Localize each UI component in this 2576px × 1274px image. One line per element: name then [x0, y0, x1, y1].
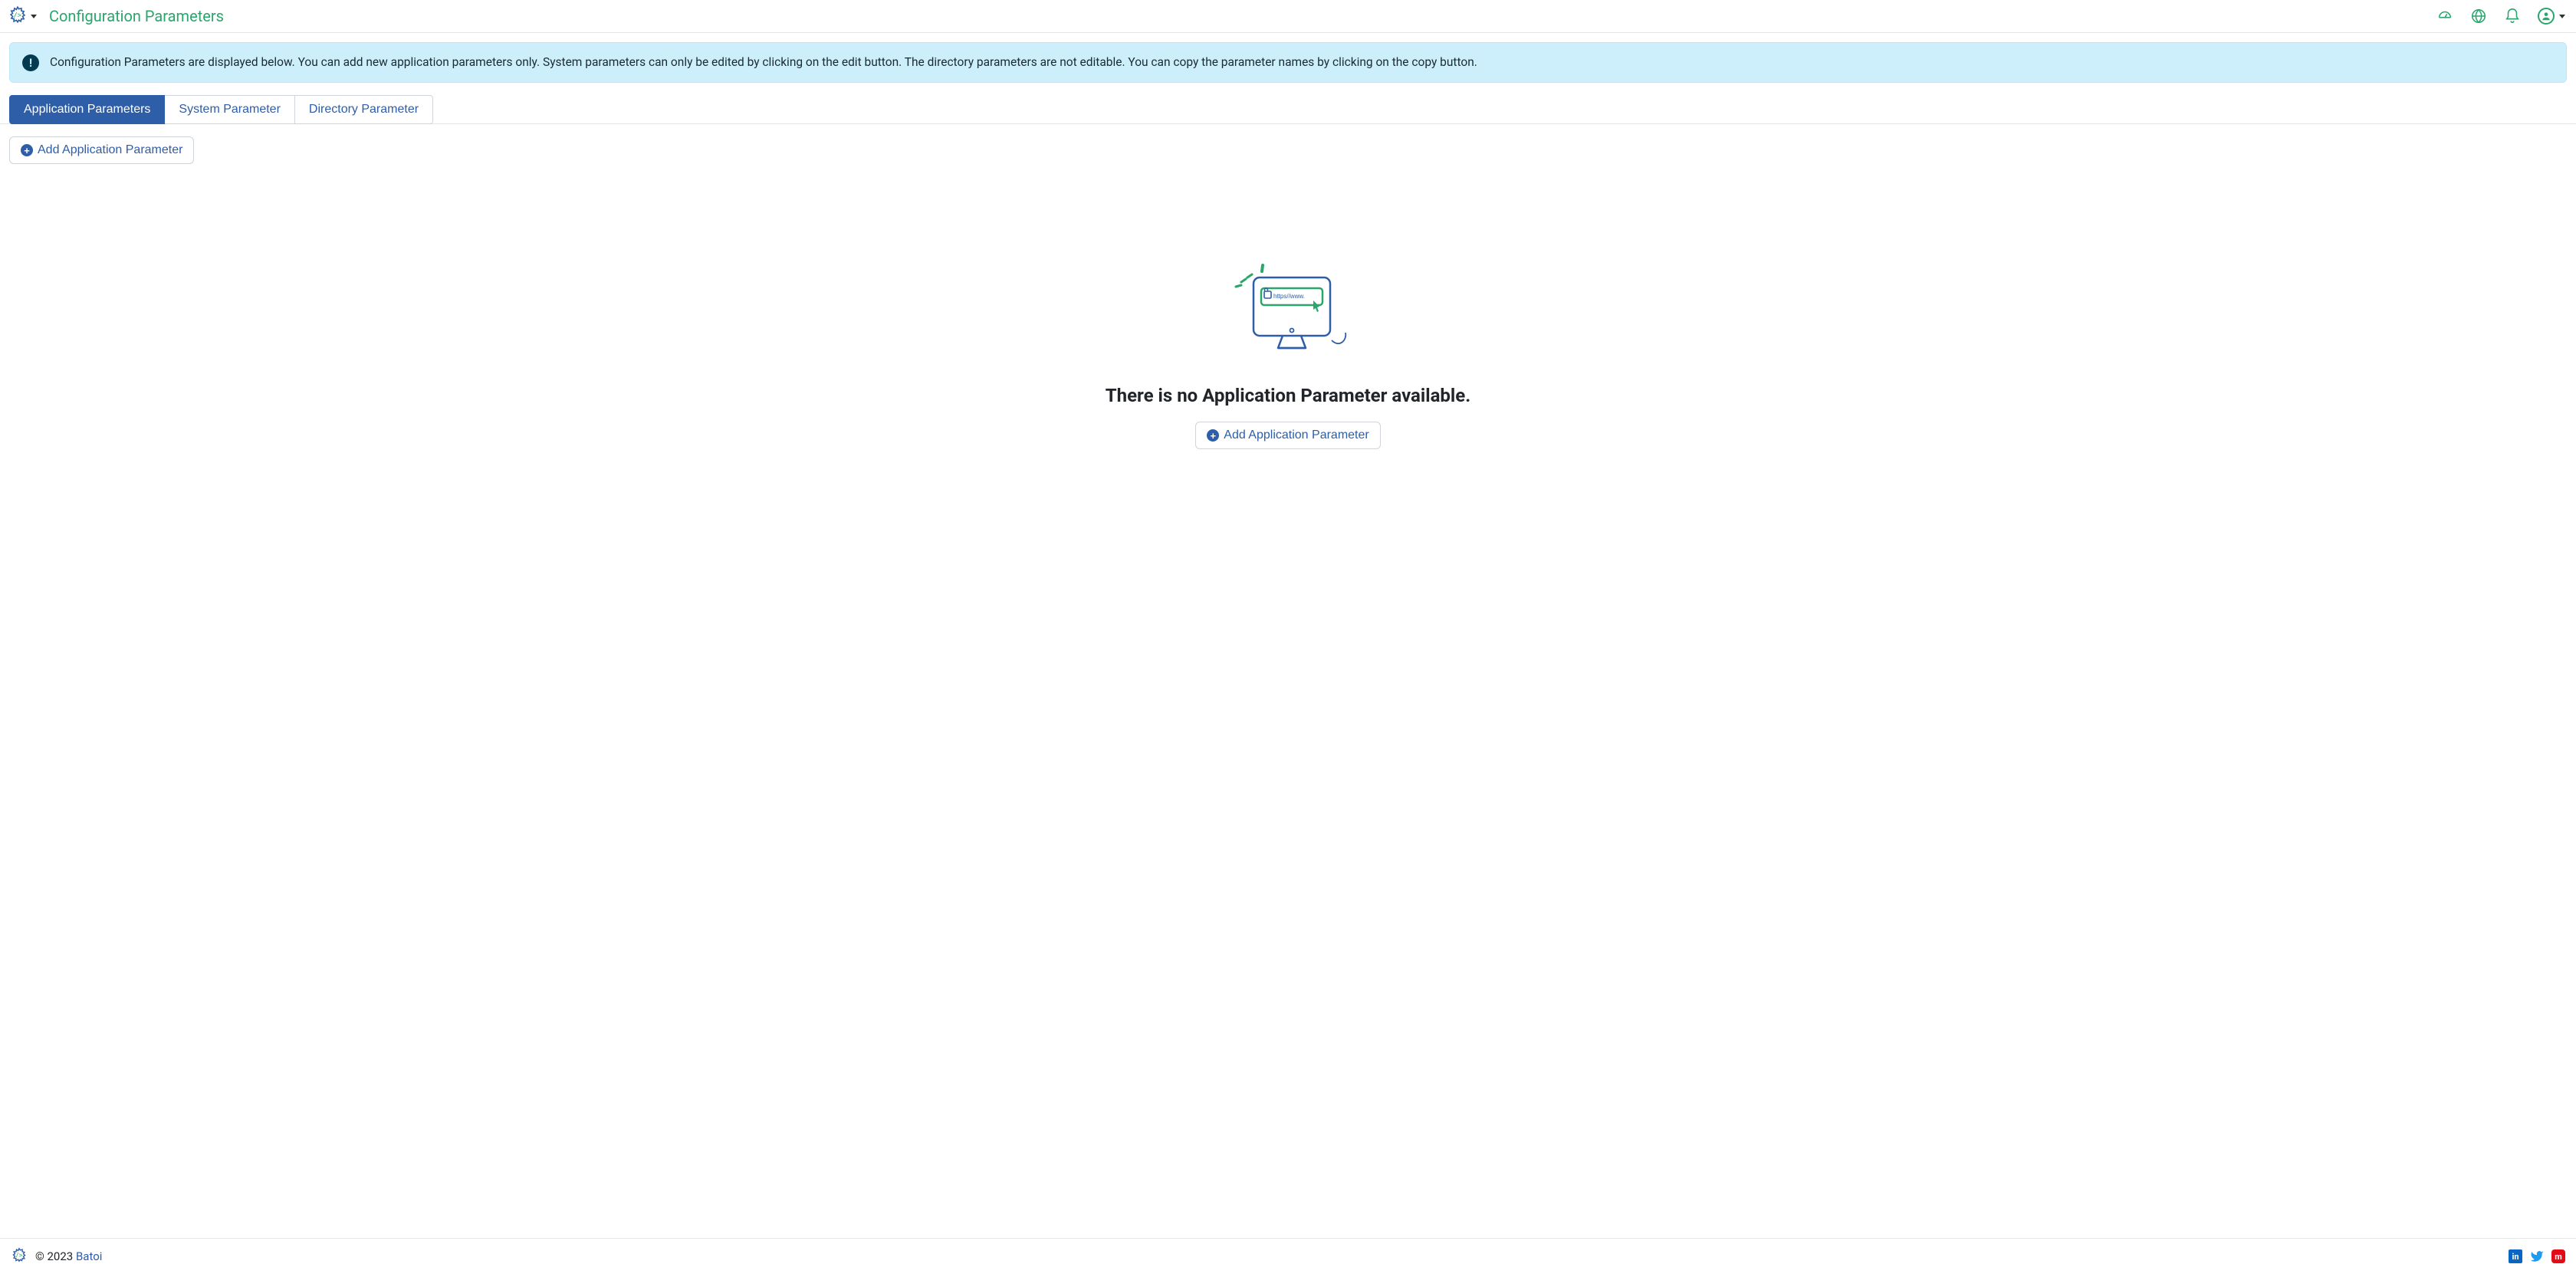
topbar-left: /> Configuration Parameters	[8, 5, 224, 28]
gear-code-icon: />	[11, 1246, 28, 1266]
tab-directory-parameter[interactable]: Directory Parameter	[295, 95, 433, 124]
add-application-parameter-label: Add Application Parameter	[38, 143, 182, 157]
caret-down-icon	[31, 15, 37, 18]
plus-icon: +	[1207, 429, 1219, 442]
empty-state-heading: There is no Application Parameter availa…	[1106, 385, 1470, 406]
svg-text:https//www.: https//www.	[1273, 293, 1305, 300]
footer-left: /> © 2023 Batoi	[11, 1246, 102, 1266]
info-icon: !	[22, 54, 39, 71]
empty-state: https//www. There is no Application Para…	[9, 248, 2567, 449]
footer-social: in m	[2509, 1249, 2565, 1263]
gear-code-icon: />	[8, 5, 28, 28]
caret-down-icon	[2559, 15, 2565, 18]
add-application-parameter-button-center[interactable]: + Add Application Parameter	[1195, 422, 1380, 449]
mastodon-icon[interactable]: m	[2551, 1249, 2565, 1263]
add-application-parameter-label: Add Application Parameter	[1224, 428, 1368, 442]
dashboard-icon[interactable]	[2436, 8, 2453, 25]
svg-text:/>: />	[15, 1252, 23, 1259]
tabs: Application Parameters System Parameter …	[0, 95, 2576, 124]
topbar-right	[2436, 8, 2565, 25]
twitter-icon[interactable]	[2530, 1249, 2544, 1263]
footer-copyright: © 2023 Batoi	[35, 1249, 102, 1263]
logo-dropdown[interactable]: />	[8, 5, 37, 28]
user-menu[interactable]	[2538, 8, 2565, 25]
plus-icon: +	[21, 144, 33, 156]
topbar: /> Configuration Parameters	[0, 0, 2576, 33]
add-application-parameter-button[interactable]: + Add Application Parameter	[9, 136, 194, 164]
info-banner-text: Configuration Parameters are displayed b…	[50, 54, 1477, 71]
main-content: ! Configuration Parameters are displayed…	[0, 33, 2576, 1238]
linkedin-icon[interactable]: in	[2509, 1249, 2522, 1263]
avatar-icon	[2538, 8, 2555, 25]
page-title: Configuration Parameters	[49, 7, 224, 25]
svg-text:/>: />	[13, 11, 21, 19]
toolbar: + Add Application Parameter	[9, 136, 2567, 164]
footer-brand-link[interactable]: Batoi	[76, 1249, 102, 1263]
info-banner: ! Configuration Parameters are displayed…	[9, 42, 2567, 83]
globe-icon[interactable]	[2470, 8, 2487, 25]
tab-system-parameter[interactable]: System Parameter	[165, 95, 294, 124]
bell-icon[interactable]	[2504, 8, 2521, 25]
empty-state-illustration: https//www.	[1215, 248, 1361, 363]
tab-application-parameters[interactable]: Application Parameters	[9, 95, 165, 124]
footer: /> © 2023 Batoi in m	[0, 1238, 2576, 1274]
